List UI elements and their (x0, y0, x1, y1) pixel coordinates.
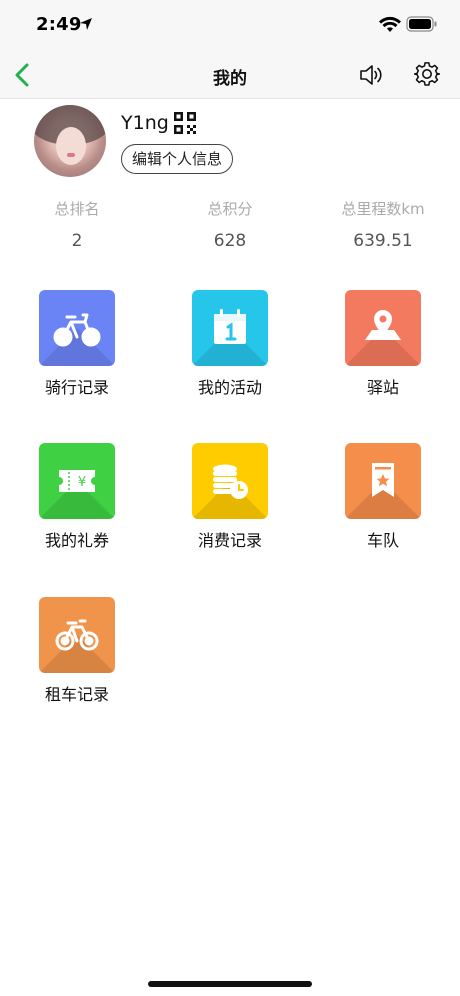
tile-label: 骑行记录 (44, 378, 109, 397)
map-pin-icon (365, 310, 401, 340)
stat-points: 总积分 628 (160, 198, 300, 251)
stat-label: 总排名 (54, 200, 100, 218)
status-bar: 2:49 (0, 0, 460, 52)
svg-text:¥: ¥ (78, 475, 86, 490)
tile-label: 消费记录 (197, 531, 262, 550)
tile-label: 我的活动 (197, 378, 262, 397)
menu-spending-records[interactable]: 消费记录 (165, 443, 295, 551)
tile-icon-box (345, 443, 421, 519)
tile-label: 我的礼券 (44, 531, 109, 550)
tile-icon-box (192, 443, 268, 519)
speaker-icon[interactable] (358, 62, 384, 88)
menu-rental-records[interactable]: 租车记录 (12, 597, 142, 705)
avatar-face (56, 127, 86, 165)
stat-value: 628 (213, 231, 247, 251)
avatar-lips (67, 153, 75, 157)
stat-rank: 总排名 2 (7, 198, 147, 251)
tile-icon-box (345, 290, 421, 366)
calendar-icon (214, 309, 246, 344)
status-time: 2:49 (36, 14, 82, 35)
stat-value: 639.51 (353, 231, 413, 251)
coins-clock-icon (213, 464, 248, 499)
battery-icon (406, 16, 437, 32)
stat-value: 2 (71, 231, 83, 251)
menu-my-coupons[interactable]: ¥ 我的礼券 (12, 443, 142, 551)
coupon-icon: ¥ (59, 470, 95, 492)
bookmark-star-icon (372, 463, 394, 497)
edit-profile-button[interactable]: 编辑个人信息 (121, 144, 234, 174)
tile-icon-box (192, 290, 268, 366)
tile-label: 车队 (366, 531, 399, 550)
avatar[interactable] (34, 105, 106, 177)
menu-riding-records[interactable]: 骑行记录 (12, 290, 142, 398)
menu-station[interactable]: 驿站 (318, 290, 448, 398)
navigation-bar: 我的 (0, 52, 460, 99)
user-name: Y1ng (121, 112, 169, 134)
bicycle-icon (53, 313, 101, 347)
stat-mileage: 总里程数km 639.51 (313, 198, 453, 251)
menu-my-activities[interactable]: 我的活动 (165, 290, 295, 398)
tile-icon-box: ¥ (39, 443, 115, 519)
tile-icon-box (39, 290, 115, 366)
stat-label: 总里程数km (341, 200, 425, 218)
tile-icon-box (39, 597, 115, 673)
rental-bike-icon (55, 619, 99, 651)
stat-label: 总积分 (207, 200, 253, 218)
location-arrow-icon (80, 18, 92, 30)
menu-team[interactable]: 车队 (318, 443, 448, 551)
wifi-icon (379, 16, 401, 32)
tile-label: 驿站 (366, 378, 399, 397)
page-title: 我的 (213, 69, 247, 89)
home-indicator[interactable] (148, 981, 312, 987)
settings-gear-icon[interactable] (414, 61, 440, 87)
qr-code-icon[interactable] (174, 112, 196, 134)
tile-label: 租车记录 (44, 685, 109, 704)
